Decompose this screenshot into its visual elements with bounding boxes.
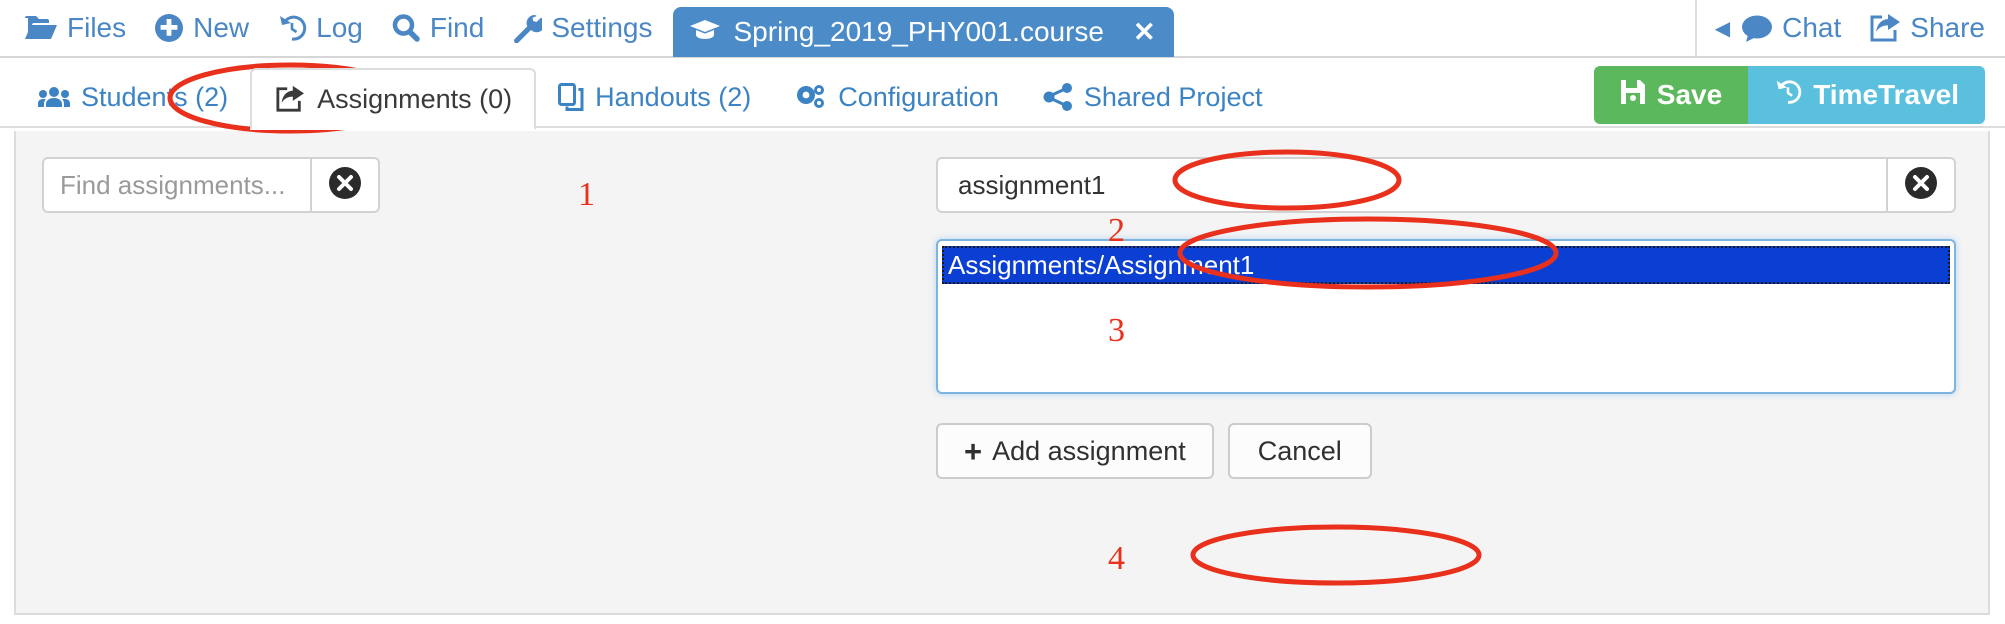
add-assignment-button[interactable]: + Add assignment (936, 423, 1214, 479)
assignments-panel: Assignments/Assignment1 + Add assignment… (14, 131, 1990, 615)
toolbar-left-group: Files New Log Find Settings Spring_2019_… (10, 0, 1174, 57)
form-actions: + Add assignment Cancel (936, 423, 1956, 479)
tab-assignments[interactable]: Assignments (0) (250, 68, 537, 130)
toolbar-item-find[interactable]: Find (377, 0, 498, 56)
assignment-name-group (936, 157, 1956, 213)
tab-shared-project[interactable]: Shared Project (1021, 68, 1285, 126)
share-square-icon (1869, 13, 1901, 43)
toolbar-item-log[interactable]: Log (263, 0, 377, 56)
tab-label: Configuration (838, 81, 999, 112)
tab-students[interactable]: Students (2) (16, 68, 250, 126)
top-toolbar: Files New Log Find Settings Spring_2019_… (0, 0, 2005, 58)
search-icon (391, 13, 421, 43)
tab-label: Students (2) (81, 81, 229, 112)
toolbar-item-chat[interactable]: ◀ Chat (1701, 0, 1856, 56)
tab-handouts[interactable]: Handouts (2) (536, 68, 773, 126)
search-clear-button[interactable] (310, 157, 380, 213)
share-square-icon (274, 85, 306, 113)
save-icon (1620, 79, 1646, 112)
toolbar-item-label: Find (429, 12, 485, 43)
timetravel-button[interactable]: TimeTravel (1748, 66, 1985, 124)
open-file-tab-label: Spring_2019_PHY001.course (733, 16, 1104, 47)
list-item[interactable]: Assignments/Assignment1 (942, 246, 1950, 284)
list-item-label: Assignments/Assignment1 (948, 249, 1255, 280)
toolbar-item-share[interactable]: Share (1855, 0, 1999, 56)
copy-icon (558, 83, 584, 111)
course-action-buttons: Save TimeTravel (1593, 66, 1985, 124)
toolbar-item-label: Log (316, 12, 363, 43)
plus-circle-icon (154, 13, 184, 43)
course-nav-tabs: Students (2) Assignments (0) Handouts (2… (16, 58, 1285, 130)
save-button-label: Save (1656, 79, 1723, 110)
assignment-path-listbox[interactable]: Assignments/Assignment1 (936, 239, 1956, 394)
times-circle-icon (1904, 166, 1938, 205)
close-icon[interactable]: ✕ (1133, 17, 1156, 48)
toolbar-item-settings[interactable]: Settings (498, 0, 666, 56)
toolbar-item-label: Share (1910, 12, 1985, 43)
folder-open-icon (24, 14, 58, 42)
cancel-button[interactable]: Cancel (1227, 423, 1372, 479)
plus-icon: + (964, 433, 983, 469)
history-icon (277, 13, 307, 43)
users-icon (38, 85, 70, 109)
tab-label: Handouts (2) (595, 81, 752, 112)
assignment-search-group (42, 157, 380, 213)
save-button[interactable]: Save (1593, 66, 1749, 124)
toolbar-item-label: Chat (1782, 12, 1842, 43)
add-assignment-label: Add assignment (992, 435, 1186, 466)
assignment-name-input[interactable] (936, 157, 1886, 213)
share-alt-icon (1043, 83, 1073, 111)
graduation-cap-icon (689, 16, 721, 48)
wrench-icon (512, 13, 543, 43)
course-nav-row: Students (2) Assignments (0) Handouts (2… (0, 58, 2005, 130)
toolbar-item-label: Settings (551, 12, 653, 43)
history-icon (1774, 78, 1802, 113)
tab-label: Assignments (0) (317, 83, 513, 114)
comment-icon (1741, 14, 1773, 42)
search-input[interactable] (42, 157, 310, 213)
toolbar-item-label: Files (67, 12, 127, 43)
add-assignment-form: Assignments/Assignment1 + Add assignment… (936, 157, 1956, 479)
chevron-left-icon: ◀ (1714, 17, 1731, 40)
toolbar-item-new[interactable]: New (140, 0, 263, 56)
times-circle-icon (328, 166, 362, 205)
toolbar-item-files[interactable]: Files (10, 0, 140, 56)
assignment-name-clear-button[interactable] (1886, 157, 1956, 213)
toolbar-right-group: ◀ Chat Share (1694, 0, 1999, 56)
cancel-button-label: Cancel (1257, 435, 1342, 466)
toolbar-item-label: New (193, 12, 250, 43)
tab-configuration[interactable]: Configuration (773, 68, 1021, 126)
open-file-tab[interactable]: Spring_2019_PHY001.course ✕ (672, 7, 1174, 57)
timetravel-button-label: TimeTravel (1813, 79, 1959, 110)
tab-label: Shared Project (1083, 81, 1263, 112)
cogs-icon (795, 83, 827, 111)
toolbar-divider (1694, 0, 1697, 56)
